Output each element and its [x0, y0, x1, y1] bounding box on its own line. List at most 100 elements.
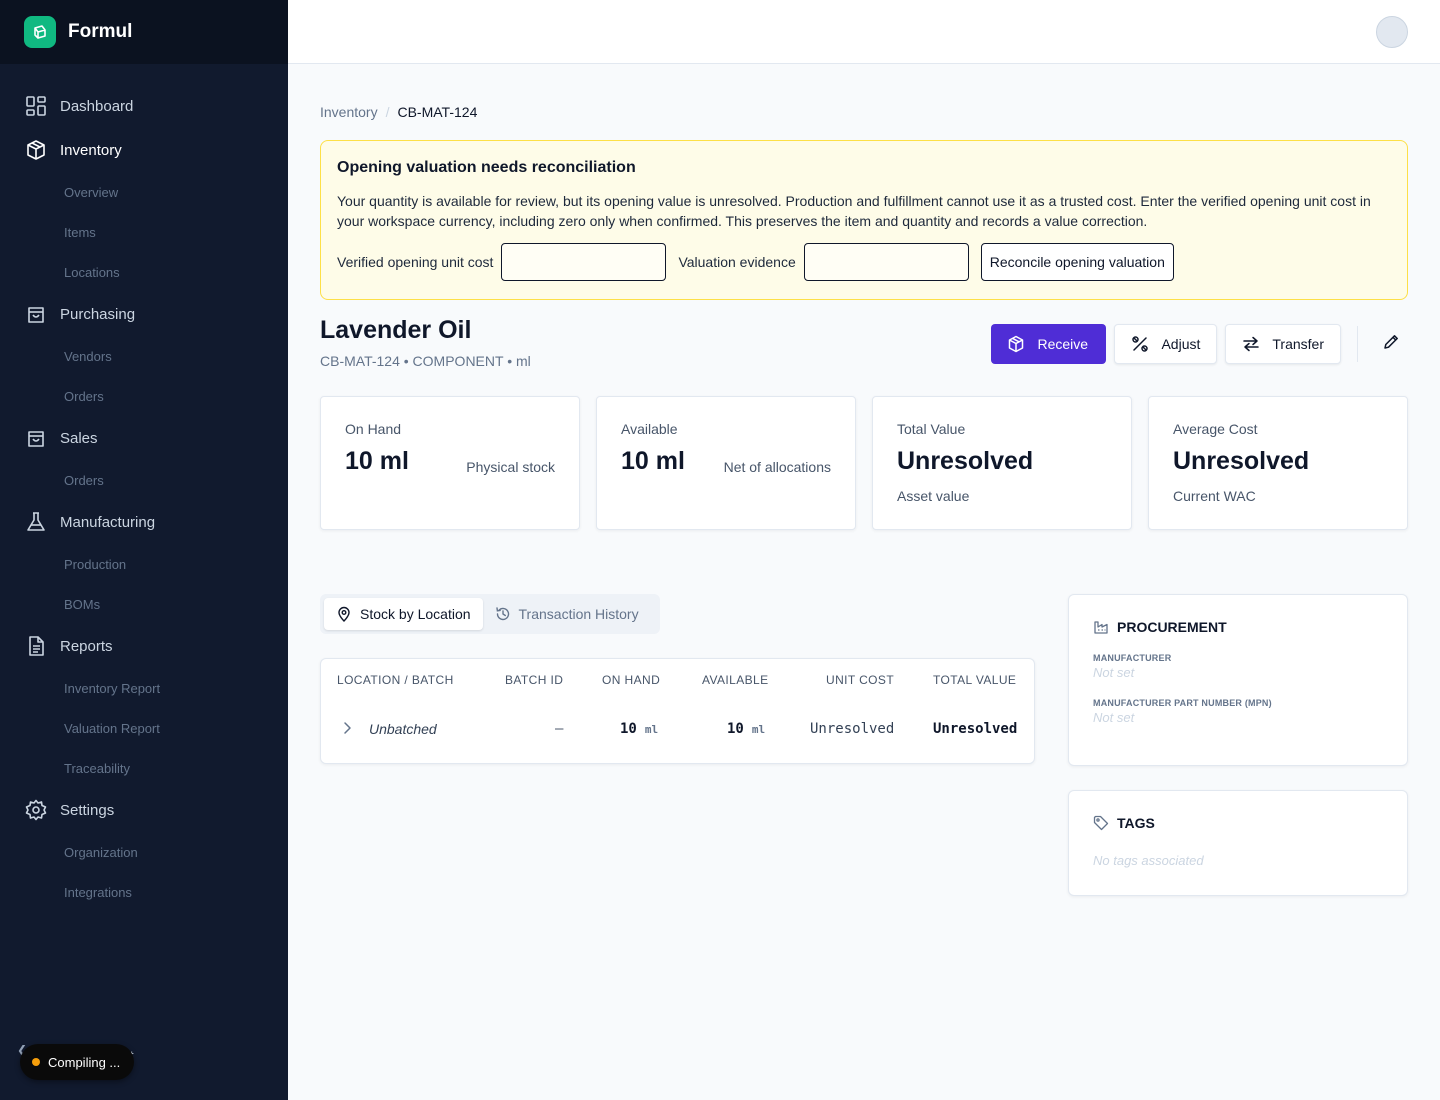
detail-tabs: Stock by Location Transaction History [320, 594, 660, 634]
user-avatar[interactable] [1376, 16, 1408, 48]
sidebar-subitem-purchase-orders[interactable]: Orders [0, 376, 288, 416]
on-hand-unit: ml [644, 723, 659, 736]
document-icon [24, 634, 48, 658]
on-hand-qty: 10 [620, 721, 637, 737]
sidebar-subitem-traceability[interactable]: Traceability [0, 748, 288, 788]
tools-icon [1131, 335, 1149, 353]
transfer-arrows-icon [1242, 335, 1260, 353]
stat-label: Available [621, 421, 678, 437]
stat-value: Unresolved [897, 447, 1034, 475]
status-dot-icon [32, 1058, 40, 1066]
stat-sub: Current WAC [1173, 488, 1256, 504]
stat-label: Average Cost [1173, 421, 1258, 437]
formul-logo-icon [24, 16, 56, 48]
stat-sub: Net of allocations [723, 459, 831, 475]
valuation-evidence-input[interactable] [803, 243, 969, 281]
tags-card: TAGS No tags associated [1068, 790, 1408, 896]
breadcrumb-inventory-link[interactable]: Inventory [320, 104, 378, 120]
cell-location: Unbatched [369, 721, 437, 737]
transfer-label: Transfer [1272, 336, 1324, 352]
reconcile-valuation-button[interactable]: Reconcile opening valuation [980, 243, 1174, 281]
sidebar-item-label: Dashboard [60, 97, 134, 115]
tab-transaction-history[interactable]: Transaction History [483, 598, 651, 630]
sidebar-item-manufacturing[interactable]: Manufacturing [0, 500, 288, 544]
receive-box-icon [1007, 335, 1025, 353]
sidebar-item-sales[interactable]: Sales [0, 416, 288, 460]
sidebar-subitem-production[interactable]: Production [0, 544, 288, 584]
sidebar: Formul Dashboard Inventory Overview Item… [0, 0, 288, 1100]
adjust-button[interactable]: Adjust [1114, 324, 1218, 364]
sidebar-subitem-items[interactable]: Items [0, 212, 288, 252]
column-header: ON HAND [602, 673, 661, 687]
sidebar-item-dashboard[interactable]: Dashboard [0, 84, 288, 128]
sidebar-subitem-organization[interactable]: Organization [0, 832, 288, 872]
sidebar-item-settings[interactable]: Settings [0, 788, 288, 832]
tags-title: TAGS [1117, 815, 1155, 831]
sidebar-subitem-overview[interactable]: Overview [0, 172, 288, 212]
stats-row: On Hand 10 ml Physical stock Available 1… [320, 396, 1408, 530]
procurement-card: PROCUREMENT MANUFACTURER Not set MANUFAC… [1068, 594, 1408, 766]
receive-button[interactable]: Receive [991, 324, 1107, 364]
cell-unit-cost: Unresolved [810, 721, 895, 737]
tab-label: Stock by Location [360, 606, 471, 622]
compiling-status-toast: Compiling ... [20, 1044, 135, 1080]
manufacturer-label: MANUFACTURER [1093, 653, 1172, 663]
edit-button[interactable] [1374, 327, 1408, 361]
mpn-label: MANUFACTURER PART NUMBER (MPN) [1093, 698, 1272, 708]
brand[interactable]: Formul [0, 0, 288, 64]
cell-batch-id: — [555, 721, 564, 737]
gear-icon [24, 798, 48, 822]
stat-card-on-hand: On Hand 10 ml Physical stock [320, 396, 580, 530]
column-header: BATCH ID [505, 673, 564, 687]
sidebar-subitem-inventory-report[interactable]: Inventory Report [0, 668, 288, 708]
sidebar-subitem-vendors[interactable]: Vendors [0, 336, 288, 376]
reconcile-form: Verified opening unit cost Valuation evi… [337, 243, 1391, 281]
sidebar-item-inventory[interactable]: Inventory [0, 128, 288, 172]
top-bar [288, 0, 1440, 64]
item-actions: Receive Adjust Transfer [983, 324, 1408, 364]
grid-icon [24, 94, 48, 118]
transfer-button[interactable]: Transfer [1225, 324, 1341, 364]
valuation-alert: Opening valuation needs reconciliation Y… [320, 140, 1408, 300]
stat-label: On Hand [345, 421, 402, 437]
bag-icon [24, 302, 48, 326]
sidebar-item-label: Sales [60, 429, 98, 447]
sidebar-subitem-boms[interactable]: BOMs [0, 584, 288, 624]
sidebar-subitem-valuation-report[interactable]: Valuation Report [0, 708, 288, 748]
unit-cost-input[interactable] [501, 243, 667, 281]
mpn-value: Not set [1093, 710, 1135, 725]
cell-available: 10 ml [727, 721, 765, 737]
stat-card-total-value: Total Value Unresolved Asset value [872, 396, 1132, 530]
adjust-label: Adjust [1161, 336, 1201, 352]
sidebar-item-reports[interactable]: Reports [0, 624, 288, 668]
tab-stock-by-location[interactable]: Stock by Location [324, 598, 483, 630]
sidebar-subitem-sales-orders[interactable]: Orders [0, 460, 288, 500]
stat-value: Unresolved [1173, 447, 1310, 475]
sidebar-item-label: Settings [60, 801, 115, 819]
sidebar-subitem-integrations[interactable]: Integrations [0, 872, 288, 912]
alert-body: Your quantity is available for review, b… [337, 193, 1371, 229]
valuation-evidence-label: Valuation evidence [678, 254, 796, 270]
stock-location-table: LOCATION / BATCH BATCH ID ON HAND AVAILA… [320, 658, 1035, 764]
breadcrumb-current: CB-MAT-124 [397, 104, 478, 120]
sidebar-item-purchasing[interactable]: Purchasing [0, 292, 288, 336]
available-qty: 10 [727, 721, 744, 737]
sidebar-item-label: Inventory [60, 141, 122, 159]
unit-cost-label: Verified opening unit cost [337, 254, 494, 270]
stat-card-available: Available 10 ml Net of allocations [596, 396, 856, 530]
pencil-icon [1382, 333, 1400, 356]
stat-sub: Physical stock [466, 459, 555, 475]
breadcrumb-separator: / [385, 104, 390, 120]
receive-label: Receive [1037, 336, 1089, 352]
sidebar-subitem-locations[interactable]: Locations [0, 252, 288, 292]
tags-empty-state: No tags associated [1093, 853, 1204, 868]
manufacturer-value: Not set [1093, 665, 1135, 680]
available-unit: ml [751, 723, 766, 736]
map-pin-icon [336, 606, 352, 622]
tags-header: TAGS [1093, 815, 1383, 831]
tag-icon [1093, 815, 1109, 831]
cell-on-hand: 10 ml [620, 721, 658, 737]
chevron-right-icon[interactable] [341, 721, 353, 738]
bag-icon [24, 426, 48, 450]
app-name: Formul [68, 21, 133, 42]
